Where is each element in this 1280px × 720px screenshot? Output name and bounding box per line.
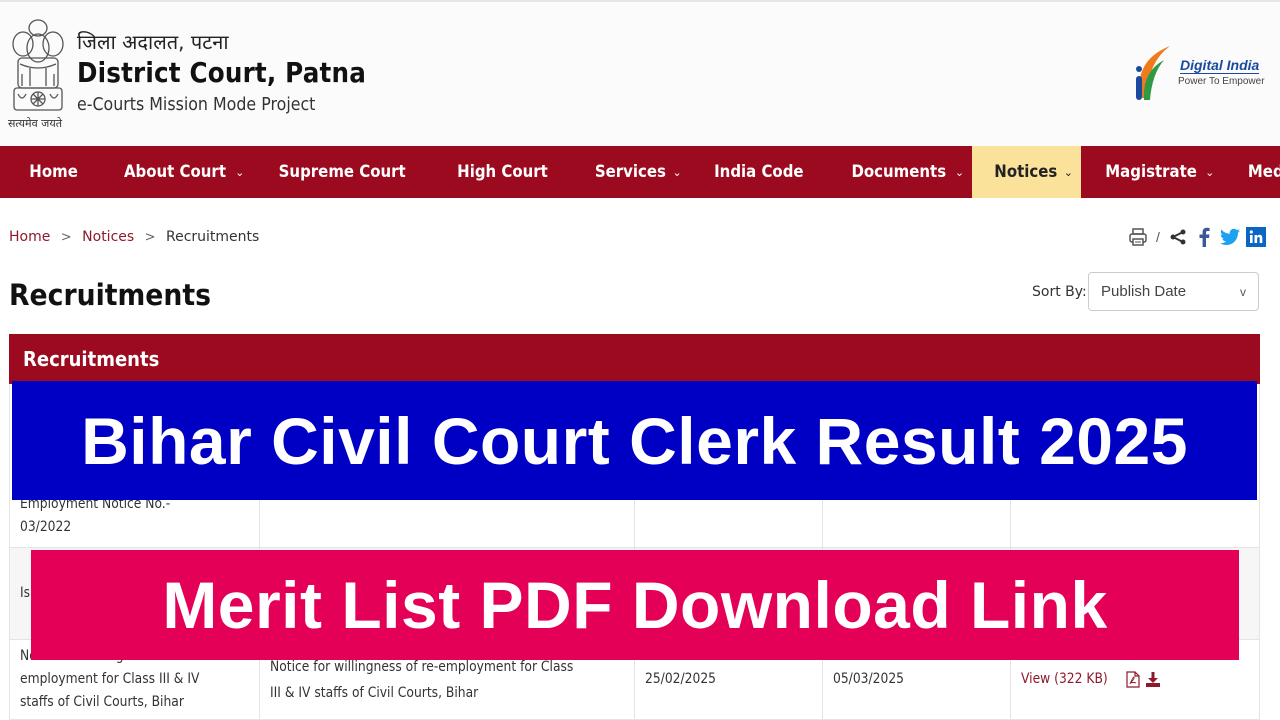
- nav-india-code-label: India Code: [713, 162, 804, 182]
- nav-about-court[interactable]: About Court ⌄: [99, 146, 252, 198]
- nav-media-gallery-label: Media Gallery: [1248, 162, 1280, 182]
- digital-india-title: Digital India: [1180, 57, 1260, 74]
- sort-selected-value: Publish Date: [1101, 283, 1187, 300]
- nav-notices-label: Notices: [994, 162, 1058, 182]
- digital-india-logo[interactable]: Digital India Power To Empower: [1130, 40, 1270, 106]
- sort-by-select[interactable]: Publish Date v: [1088, 272, 1259, 311]
- nav-supreme-court[interactable]: Supreme Court: [252, 146, 432, 198]
- chevron-down-icon: v: [1240, 284, 1246, 299]
- breadcrumb-current: Recruitments: [166, 229, 260, 245]
- nav-services-label: Services: [594, 162, 666, 182]
- facebook-icon[interactable]: [1194, 226, 1214, 248]
- twitter-icon[interactable]: [1219, 226, 1240, 248]
- nav-home[interactable]: Home: [8, 146, 99, 198]
- nav-high-court-label: High Court: [456, 162, 548, 182]
- view-file-label: View (322 KB): [1021, 671, 1108, 687]
- breadcrumb-separator: >: [144, 230, 156, 245]
- breadcrumb-separator: >: [60, 230, 72, 245]
- page: सत्यमेव जयते जिला अदालत, पटना District C…: [0, 0, 1280, 720]
- row-start-date: 25/02/2025: [645, 671, 717, 687]
- row-end-date: 05/03/2025: [833, 671, 905, 687]
- nav-notices[interactable]: Notices ⌄: [972, 146, 1081, 198]
- merit-list-text: Merit List PDF Download Link: [162, 568, 1108, 642]
- share-icon[interactable]: [1168, 226, 1188, 248]
- merit-list-banner: Merit List PDF Download Link: [31, 550, 1239, 660]
- nav-media-gallery[interactable]: Media Gallery ⌄: [1222, 146, 1280, 198]
- nav-services[interactable]: Services ⌄: [572, 146, 690, 198]
- share-separator: /: [1156, 229, 1160, 245]
- digital-india-icon: [1136, 46, 1170, 100]
- breadcrumb-home[interactable]: Home: [9, 229, 50, 245]
- national-emblem-logo[interactable]: [8, 14, 68, 132]
- nav-supreme-court-label: Supreme Court: [278, 162, 406, 182]
- main-nav: Home About Court ⌄ Supreme Court High Co…: [0, 146, 1280, 198]
- nav-magistrate[interactable]: Magistrate ⌄: [1081, 146, 1222, 198]
- breadcrumb-notices[interactable]: Notices: [82, 229, 134, 245]
- nav-documents-label: Documents: [851, 162, 947, 182]
- chevron-down-icon: ⌄: [1063, 165, 1073, 179]
- court-name-hindi: जिला अदालत, पटना: [77, 30, 229, 54]
- print-icon[interactable]: [1128, 226, 1148, 248]
- nav-about-court-label: About Court: [124, 162, 227, 182]
- section-header: Recruitments: [9, 334, 1260, 384]
- nav-documents[interactable]: Documents ⌄: [827, 146, 972, 198]
- nav-india-code[interactable]: India Code: [690, 146, 828, 198]
- chevron-down-icon: ⌄: [954, 165, 965, 179]
- emblem-motto: सत्यमेव जयते: [7, 117, 62, 130]
- breadcrumb: Home > Notices > Recruitments: [9, 229, 259, 245]
- court-title[interactable]: District Court, Patna: [77, 56, 366, 89]
- court-subtitle: e-Courts Mission Mode Project: [77, 94, 316, 115]
- pdf-icon: [1125, 671, 1140, 688]
- result-title-banner: Bihar Civil Court Clerk Result 2025: [12, 381, 1257, 500]
- nav-home-label: Home: [29, 162, 78, 182]
- nav-high-court[interactable]: High Court: [433, 146, 572, 198]
- row-description: Notice for willingness of re-employment …: [270, 658, 574, 701]
- chevron-down-icon: ⌄: [1205, 165, 1215, 179]
- section-title: Recruitments: [23, 347, 160, 371]
- chevron-down-icon: ⌄: [672, 165, 682, 179]
- nav-magistrate-label: Magistrate: [1105, 162, 1197, 182]
- share-toolbar: /: [1128, 226, 1266, 248]
- page-title: Recruitments: [9, 278, 212, 312]
- linkedin-icon[interactable]: [1245, 226, 1266, 248]
- site-header: सत्यमेव जयते जिला अदालत, पटना District C…: [0, 0, 1280, 146]
- result-title-text: Bihar Civil Court Clerk Result 2025: [81, 403, 1188, 478]
- download-icon[interactable]: [1145, 672, 1160, 687]
- chevron-down-icon: ⌄: [235, 165, 245, 179]
- sort-label: Sort By:: [1032, 284, 1087, 300]
- view-file-link[interactable]: View (322 KB): [1021, 668, 1160, 691]
- digital-india-tagline: Power To Empower: [1178, 76, 1265, 87]
